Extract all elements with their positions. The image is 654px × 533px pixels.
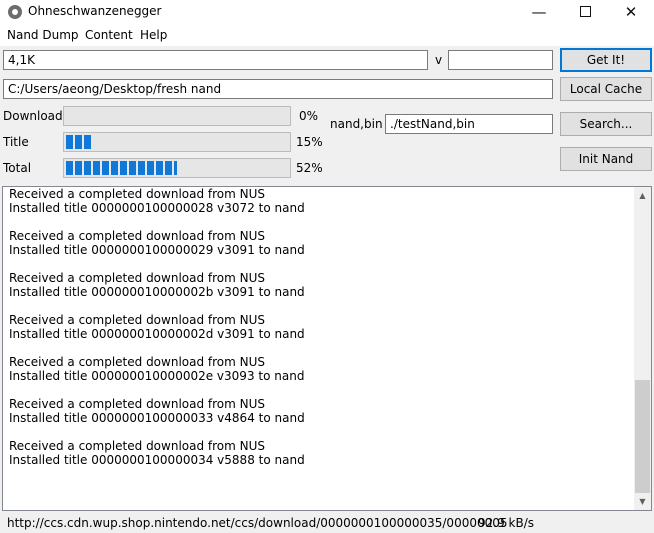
- log-line: Installed title 0000000100000028 v3072 t…: [9, 201, 305, 215]
- status-speed: 92.9 kB/s: [478, 516, 535, 530]
- download-progress-bar: [63, 106, 291, 126]
- maximize-icon: [579, 5, 591, 17]
- window-title: Ohneschwanzenegger: [28, 4, 162, 18]
- log-blank-line: [9, 425, 305, 439]
- app-icon: [8, 5, 22, 19]
- status-url: http://ccs.cdn.wup.shop.nintendo.net/ccs…: [7, 516, 508, 530]
- version-input[interactable]: [448, 50, 553, 70]
- title-percent: 15%: [296, 135, 323, 149]
- status-bar: http://ccs.cdn.wup.shop.nintendo.net/ccs…: [0, 513, 654, 533]
- total-label: Total: [3, 161, 32, 175]
- minimize-button[interactable]: —: [516, 0, 562, 25]
- log-line: Received a completed download from NUS: [9, 355, 266, 369]
- menu-content[interactable]: Content: [85, 28, 133, 42]
- nand-bin-input[interactable]: ./testNand,bin: [385, 114, 553, 134]
- log-line: Received a completed download from NUS: [9, 313, 266, 327]
- log-line: Received a completed download from NUS: [9, 187, 266, 201]
- get-it-button[interactable]: Get It!: [560, 48, 652, 72]
- log-line: Received a completed download from NUS: [9, 271, 266, 285]
- title-bar: Ohneschwanzenegger — ✕: [0, 0, 654, 25]
- version-label: v: [435, 53, 443, 67]
- nand-bin-label: nand,bin: [330, 117, 383, 131]
- search-button[interactable]: Search...: [560, 112, 652, 136]
- control-panel: 4,1K v Get It! C:/Users/aeong/Desktop/fr…: [0, 46, 654, 186]
- log-lines: Received a completed download from NUS In…: [9, 187, 305, 467]
- log-line: Installed title 0000000100000029 v3091 t…: [9, 243, 305, 257]
- log-line: Received a completed download from NUS: [9, 397, 266, 411]
- log-blank-line: [9, 299, 305, 313]
- log-line: Installed title 0000000100000034 v5888 t…: [9, 453, 305, 467]
- total-percent: 52%: [296, 161, 323, 175]
- title-progress-fill: [66, 135, 93, 149]
- log-line: Installed title 0000000100000033 v4864 t…: [9, 411, 305, 425]
- log-line: Received a completed download from NUS: [9, 439, 266, 453]
- log-blank-line: [9, 257, 305, 271]
- total-progress-fill: [66, 161, 177, 175]
- local-cache-button[interactable]: Local Cache: [560, 77, 652, 101]
- log-line: Installed title 000000010000002d v3091 t…: [9, 327, 305, 341]
- title-size-input[interactable]: 4,1K: [3, 50, 428, 70]
- vertical-scrollbar[interactable]: ▲ ▼: [634, 187, 651, 510]
- log-line: Installed title 000000010000002e v3093 t…: [9, 369, 305, 383]
- menu-nand-dump[interactable]: Nand Dump: [7, 28, 79, 42]
- log-line: Installed title 000000010000002b v3091 t…: [9, 285, 305, 299]
- total-progress-bar: [63, 158, 291, 178]
- nand-path-input[interactable]: C:/Users/aeong/Desktop/fresh nand: [3, 79, 553, 99]
- scroll-thumb[interactable]: [635, 380, 650, 493]
- menu-help[interactable]: Help: [140, 28, 167, 42]
- download-label: Download: [3, 109, 63, 123]
- log-blank-line: [9, 215, 305, 229]
- log-blank-line: [9, 383, 305, 397]
- title-progress-bar: [63, 132, 291, 152]
- log-output[interactable]: Received a completed download from NUS In…: [2, 186, 652, 511]
- log-line: Received a completed download from NUS: [9, 229, 266, 243]
- menu-bar: Nand Dump Content Help: [0, 25, 654, 46]
- scroll-down-arrow-icon[interactable]: ▼: [634, 493, 651, 510]
- scroll-up-arrow-icon[interactable]: ▲: [634, 187, 651, 204]
- title-label: Title: [3, 135, 29, 149]
- close-button[interactable]: ✕: [608, 0, 654, 25]
- maximize-button[interactable]: [562, 0, 608, 25]
- log-blank-line: [9, 341, 305, 355]
- download-percent: 0%: [299, 109, 319, 123]
- init-nand-button[interactable]: Init Nand: [560, 147, 652, 171]
